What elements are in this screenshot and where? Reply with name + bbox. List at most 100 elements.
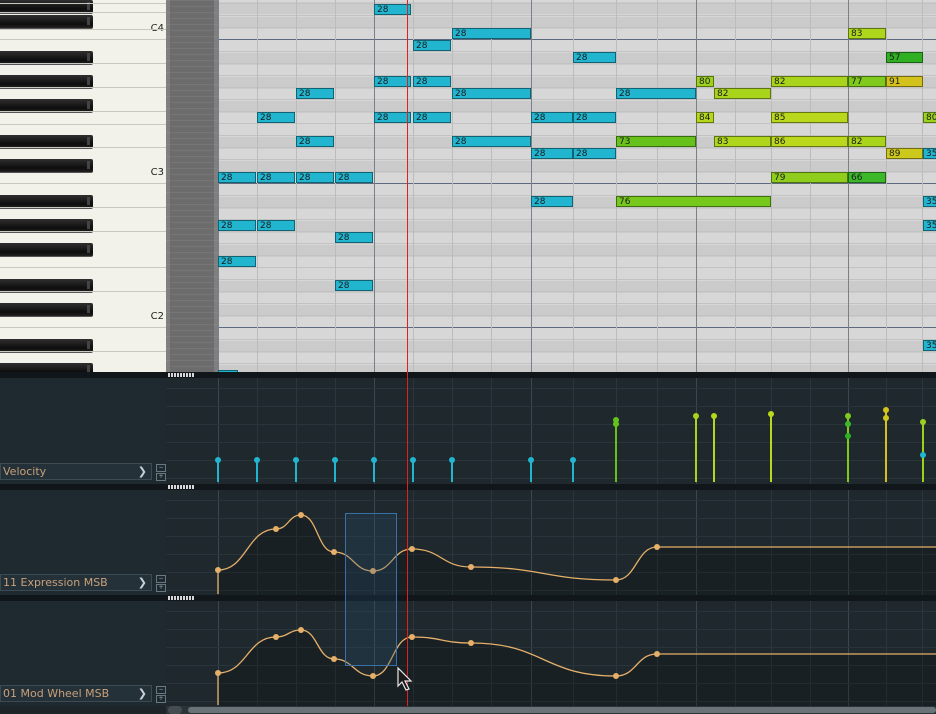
- midi-note[interactable]: 82: [771, 76, 848, 87]
- midi-note[interactable]: 66: [848, 172, 886, 183]
- playhead-line[interactable]: [407, 0, 408, 706]
- midi-note[interactable]: 28: [257, 112, 295, 123]
- expression-lane[interactable]: 11 Expression MSB ❯ − +: [0, 490, 936, 595]
- black-key[interactable]: [0, 159, 93, 173]
- midi-note[interactable]: 28: [413, 76, 451, 87]
- automation-point[interactable]: [273, 634, 279, 640]
- midi-note[interactable]: 28: [573, 148, 616, 159]
- midi-note[interactable]: 73: [616, 136, 696, 147]
- velocity-handle[interactable]: [293, 457, 299, 463]
- scroll-left-button[interactable]: [168, 706, 182, 714]
- midi-note[interactable]: 84: [696, 112, 714, 123]
- midi-note[interactable]: 28: [218, 220, 256, 231]
- velocity-handle[interactable]: [920, 452, 926, 458]
- black-key[interactable]: [0, 303, 93, 317]
- automation-point[interactable]: [654, 651, 660, 657]
- velocity-handle[interactable]: [920, 419, 926, 425]
- midi-note[interactable]: 28: [452, 88, 531, 99]
- midi-note[interactable]: 28: [335, 232, 373, 243]
- midi-note[interactable]: 28: [218, 256, 256, 267]
- midi-note[interactable]: 28: [573, 52, 616, 63]
- velocity-handle[interactable]: [845, 413, 851, 419]
- velocity-handle[interactable]: [215, 457, 221, 463]
- midi-note[interactable]: 35: [923, 340, 936, 351]
- midi-note[interactable]: 83: [714, 136, 771, 147]
- midi-note[interactable]: 35: [923, 220, 936, 231]
- midi-note[interactable]: 28: [335, 172, 373, 183]
- midi-note[interactable]: 91: [886, 76, 923, 87]
- velocity-handle[interactable]: [711, 413, 717, 419]
- velocity-handle[interactable]: [768, 411, 774, 417]
- automation-point[interactable]: [331, 549, 337, 555]
- automation-point[interactable]: [409, 634, 415, 640]
- automation-point[interactable]: [370, 673, 376, 679]
- midi-note[interactable]: 85: [771, 112, 848, 123]
- lane-collapse-icon[interactable]: −: [156, 686, 166, 694]
- automation-point[interactable]: [654, 544, 660, 550]
- midi-note[interactable]: 28: [296, 136, 334, 147]
- midi-note[interactable]: 28: [335, 280, 373, 291]
- automation-point[interactable]: [331, 656, 337, 662]
- automation-point[interactable]: [370, 568, 376, 574]
- black-key[interactable]: [0, 15, 93, 29]
- expression-lane-grid[interactable]: [166, 490, 936, 595]
- midi-note[interactable]: 28: [413, 112, 451, 123]
- automation-point[interactable]: [613, 673, 619, 679]
- midi-note[interactable]: 57: [886, 52, 923, 63]
- midi-note[interactable]: 82: [714, 88, 771, 99]
- automation-point[interactable]: [215, 567, 221, 573]
- velocity-handle[interactable]: [845, 421, 851, 427]
- velocity-handle[interactable]: [570, 457, 576, 463]
- automation-curve[interactable]: [166, 601, 936, 706]
- midi-note[interactable]: 79: [771, 172, 848, 183]
- expression-lane-selector[interactable]: 11 Expression MSB ❯: [0, 574, 152, 591]
- midi-note[interactable]: 28: [374, 112, 411, 123]
- note-grid[interactable]: 28 28 28 28 28 28 28 28 28 28 28 28 28 28 28 28 28 28 28 28…: [166, 0, 936, 372]
- automation-curve[interactable]: [166, 490, 936, 595]
- midi-note[interactable]: 80: [696, 76, 714, 87]
- velocity-handle[interactable]: [528, 457, 534, 463]
- midi-note[interactable]: 28: [452, 136, 531, 147]
- midi-note[interactable]: 28: [531, 148, 573, 159]
- mod-wheel-lane-selector[interactable]: 01 Mod Wheel MSB ❯: [0, 685, 152, 702]
- midi-note[interactable]: 86: [771, 136, 848, 147]
- midi-note[interactable]: 28: [413, 40, 451, 51]
- midi-note[interactable]: 28: [531, 196, 573, 207]
- midi-note[interactable]: 80: [923, 112, 936, 123]
- automation-point[interactable]: [468, 564, 474, 570]
- velocity-handle[interactable]: [332, 457, 338, 463]
- velocity-handle[interactable]: [371, 457, 377, 463]
- midi-note[interactable]: 28: [374, 76, 411, 87]
- velocity-lane-grid[interactable]: [166, 378, 936, 484]
- automation-point[interactable]: [409, 546, 415, 552]
- automation-point[interactable]: [298, 627, 304, 633]
- velocity-lane[interactable]: Velocity ❯ − +: [0, 378, 936, 484]
- midi-note[interactable]: 35: [923, 196, 936, 207]
- black-key[interactable]: [0, 243, 93, 257]
- lane-add-icon[interactable]: +: [156, 695, 166, 703]
- midi-note[interactable]: 28: [616, 88, 696, 99]
- velocity-handle[interactable]: [693, 413, 699, 419]
- lane-collapse-icon[interactable]: −: [156, 464, 166, 472]
- midi-note[interactable]: 28: [257, 220, 295, 231]
- automation-point[interactable]: [298, 512, 304, 518]
- lane-add-icon[interactable]: +: [156, 584, 166, 592]
- midi-note[interactable]: 28: [452, 28, 531, 39]
- velocity-handle[interactable]: [410, 457, 416, 463]
- midi-note[interactable]: 28: [218, 172, 256, 183]
- midi-note[interactable]: 28: [296, 172, 334, 183]
- velocity-handle[interactable]: [845, 433, 851, 439]
- midi-note[interactable]: 76: [616, 196, 771, 207]
- automation-point[interactable]: [273, 526, 279, 532]
- mod-wheel-lane[interactable]: 01 Mod Wheel MSB ❯ − +: [0, 601, 936, 706]
- automation-point[interactable]: [468, 640, 474, 646]
- lane-add-icon[interactable]: +: [156, 473, 166, 481]
- piano-keyboard[interactable]: C4 C3 C2: [0, 0, 166, 375]
- automation-point[interactable]: [215, 670, 221, 676]
- velocity-handle[interactable]: [254, 457, 260, 463]
- velocity-lane-selector[interactable]: Velocity ❯: [0, 463, 152, 480]
- midi-note[interactable]: 28: [257, 172, 295, 183]
- velocity-handle[interactable]: [883, 415, 889, 421]
- mod-wheel-lane-grid[interactable]: [166, 601, 936, 706]
- midi-note[interactable]: 35: [923, 148, 936, 159]
